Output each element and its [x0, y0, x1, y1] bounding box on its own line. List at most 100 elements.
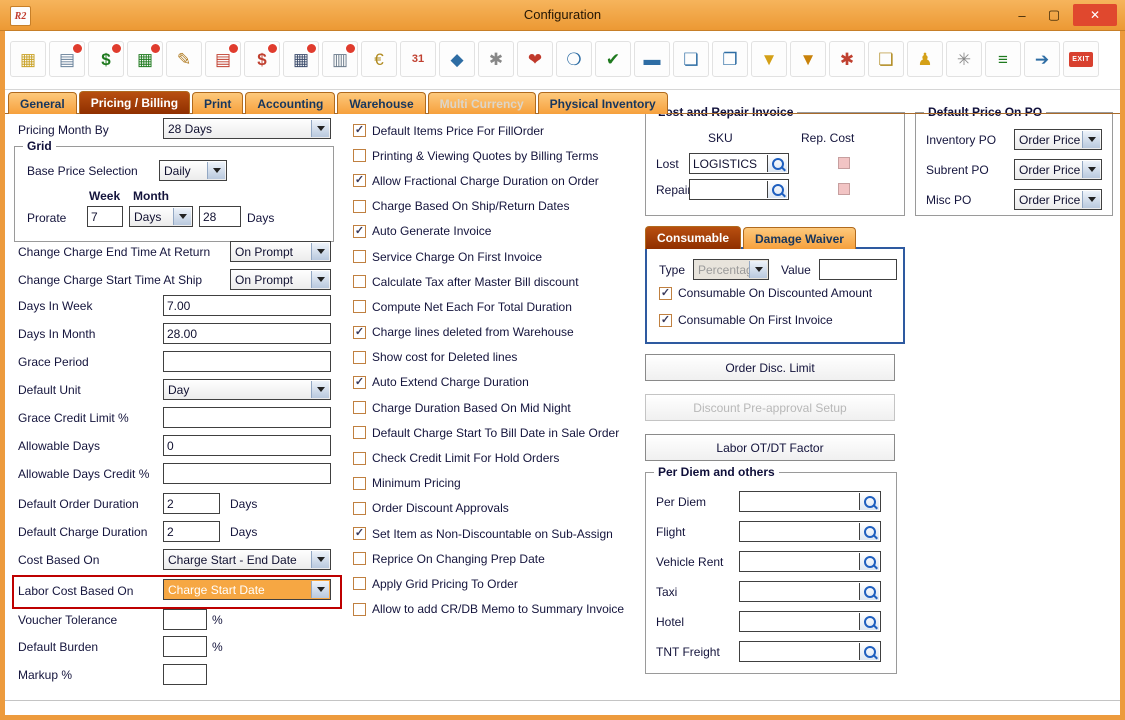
checkbox[interactable] [659, 314, 672, 327]
search-items-icon[interactable]: ❍ [556, 41, 592, 77]
tab-physical-inventory[interactable]: Physical Inventory [538, 92, 668, 114]
checkbox[interactable] [659, 287, 672, 300]
invoice-icon[interactable]: ▤ [205, 41, 241, 77]
prorate-week-input[interactable] [87, 206, 123, 227]
save-icon[interactable]: ▦ [10, 41, 46, 77]
minimize-button[interactable]: – [1007, 4, 1037, 26]
checkbox[interactable] [353, 225, 366, 238]
checkbox[interactable] [353, 300, 366, 313]
voucher-tolerance-input[interactable] [163, 609, 207, 630]
notes-icon[interactable]: ❏ [868, 41, 904, 77]
checkbox[interactable] [353, 250, 366, 263]
tab-print[interactable]: Print [192, 92, 243, 114]
filter-user-icon[interactable]: ▼ [790, 41, 826, 77]
grace-period-input[interactable] [163, 351, 331, 372]
id-card-icon[interactable]: ▬ [634, 41, 670, 77]
money-bag-icon[interactable]: € [361, 41, 397, 77]
shield-check-icon[interactable]: ✔ [595, 41, 631, 77]
config-gears-icon[interactable]: ✳ [946, 41, 982, 77]
checkbox[interactable] [353, 200, 366, 213]
vehicle-rent-input[interactable] [739, 551, 881, 572]
change-charge-start-time-select[interactable]: On Prompt [230, 269, 331, 290]
exit-icon[interactable]: EXIT [1063, 41, 1099, 77]
tab-consumable[interactable]: Consumable [645, 226, 741, 249]
calendar-31-icon[interactable]: 31 [400, 41, 436, 77]
checkbox[interactable] [353, 376, 366, 389]
checkbox[interactable] [353, 452, 366, 465]
hotel-lookup-button[interactable] [859, 613, 879, 630]
chart-icon[interactable]: ◆ [439, 41, 475, 77]
allowable-days-credit-input[interactable] [163, 463, 331, 484]
change-charge-end-time-select[interactable]: On Prompt [230, 241, 331, 262]
database-icon[interactable]: ≡ [985, 41, 1021, 77]
per-diem-lookup-button[interactable] [859, 493, 879, 510]
checkbox[interactable] [353, 174, 366, 187]
ledger-icon[interactable]: ▥ [322, 41, 358, 77]
repair-sku-input[interactable] [689, 179, 789, 200]
tab-pricing-billing[interactable]: Pricing / Billing [79, 91, 190, 114]
grace-credit-limit-input[interactable] [163, 407, 331, 428]
cash-register-icon[interactable]: $ [88, 41, 124, 77]
cost-based-on-select[interactable]: Charge Start - End Date [163, 549, 331, 570]
edit-icon[interactable]: ✎ [166, 41, 202, 77]
prorate-month-input[interactable] [199, 206, 241, 227]
allowable-days-input[interactable] [163, 435, 331, 456]
tnt-freight-input[interactable] [739, 641, 881, 662]
checkbox[interactable] [353, 401, 366, 414]
prorate-unit-select[interactable]: Days [129, 206, 193, 227]
user-icon[interactable]: ♟ [907, 41, 943, 77]
tools-icon[interactable]: ✱ [829, 41, 865, 77]
checkbox[interactable] [353, 326, 366, 339]
tab-general[interactable]: General [8, 92, 77, 114]
subrent-po-select[interactable]: Order Price [1014, 159, 1102, 180]
default-charge-duration-input[interactable] [163, 521, 220, 542]
checkbox[interactable] [353, 603, 366, 616]
labor-otdt-factor-button[interactable]: Labor OT/DT Factor [645, 434, 895, 461]
billing-calendar-icon[interactable]: ▦ [127, 41, 163, 77]
checkbox[interactable] [353, 527, 366, 540]
default-burden-input[interactable] [163, 636, 207, 657]
checkbox[interactable] [353, 552, 366, 565]
checkbox[interactable] [353, 124, 366, 137]
default-order-duration-input[interactable] [163, 493, 220, 514]
export-icon[interactable]: ➔ [1024, 41, 1060, 77]
repair-sku-lookup-button[interactable] [767, 181, 787, 198]
tnt-freight-lookup-button[interactable] [859, 643, 879, 660]
checkbox[interactable] [353, 502, 366, 515]
new-document-icon[interactable]: ❏ [673, 41, 709, 77]
value-input[interactable] [819, 259, 897, 280]
rate-grid-icon[interactable]: ▦ [283, 41, 319, 77]
flight-lookup-button[interactable] [859, 523, 879, 540]
base-price-selection-select[interactable]: Daily [159, 160, 227, 181]
gears-icon[interactable]: ✱ [478, 41, 514, 77]
lost-sku-lookup-button[interactable] [767, 155, 787, 172]
checkbox[interactable] [353, 577, 366, 590]
cherries-icon[interactable]: ❤ [517, 41, 553, 77]
taxi-input[interactable] [739, 581, 881, 602]
checkbox[interactable] [353, 149, 366, 162]
taxi-lookup-button[interactable] [859, 583, 879, 600]
checkbox[interactable] [353, 351, 366, 364]
tab-accounting[interactable]: Accounting [245, 92, 335, 114]
checkbox[interactable] [353, 426, 366, 439]
order-disc-limit-button[interactable]: Order Disc. Limit [645, 354, 895, 381]
labor-cost-based-on-select[interactable]: Charge Start Date [163, 579, 331, 600]
filter-icon[interactable]: ▼ [751, 41, 787, 77]
copy-document-icon[interactable]: ❐ [712, 41, 748, 77]
print-icon[interactable]: ▤ [49, 41, 85, 77]
price-dollar-icon[interactable]: $ [244, 41, 280, 77]
misc-po-select[interactable]: Order Price [1014, 189, 1102, 210]
tab-damage-waiver[interactable]: Damage Waiver [743, 227, 856, 249]
maximize-button[interactable]: ▢ [1039, 4, 1069, 26]
checkbox[interactable] [353, 477, 366, 490]
close-button[interactable]: ✕ [1073, 4, 1117, 26]
vehicle-rent-lookup-button[interactable] [859, 553, 879, 570]
pricing-month-by-select[interactable]: 28 Days [163, 118, 331, 139]
checkbox[interactable] [353, 275, 366, 288]
days-in-month-input[interactable] [163, 323, 331, 344]
tab-warehouse[interactable]: Warehouse [337, 92, 425, 114]
hotel-input[interactable] [739, 611, 881, 632]
per-diem-input[interactable] [739, 491, 881, 512]
inventory-po-select[interactable]: Order Price [1014, 129, 1102, 150]
lost-sku-input[interactable]: LOGISTICS [689, 153, 789, 174]
